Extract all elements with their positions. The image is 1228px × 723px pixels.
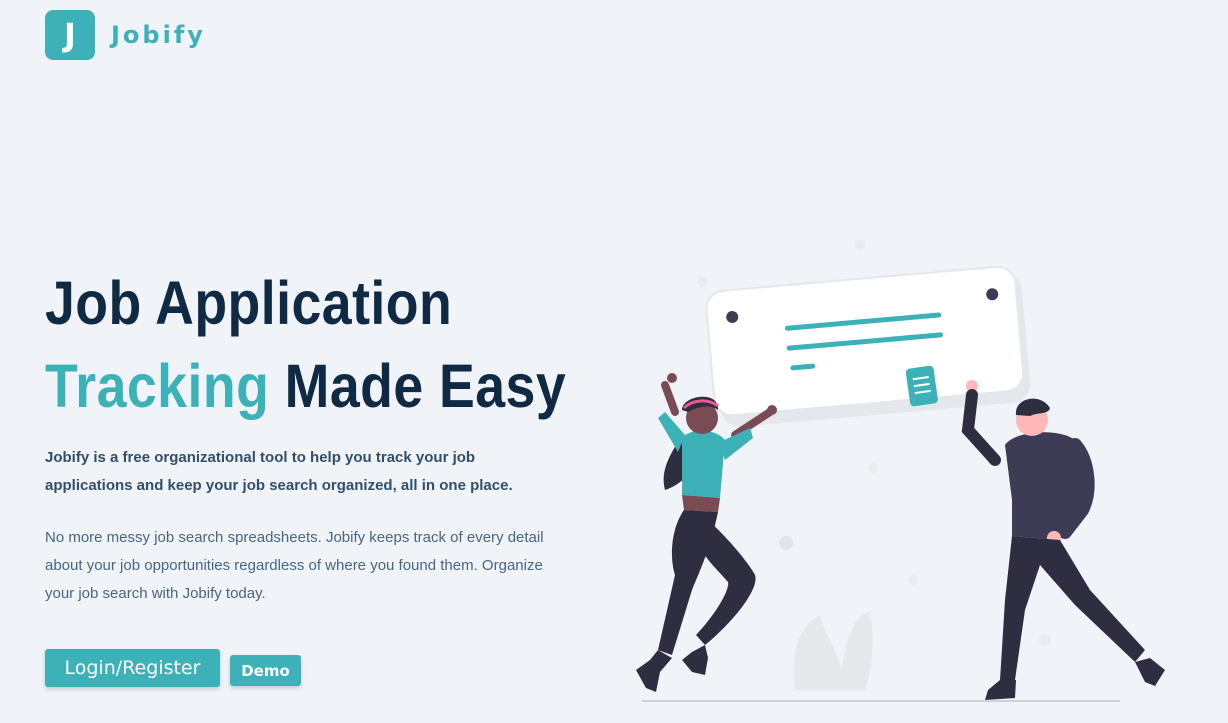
demo-button[interactable]: Demo <box>230 655 301 686</box>
hero-intro: Jobify is a free organizational tool to … <box>45 449 513 494</box>
plant-shadow <box>793 612 873 690</box>
document-icon <box>905 365 938 407</box>
login-register-button[interactable]: Login/Register <box>45 649 220 687</box>
decor-dot <box>908 575 918 585</box>
job-card <box>705 265 1031 427</box>
decor-dot <box>1039 634 1051 646</box>
man-figure <box>961 380 1165 700</box>
title-accent: Tracking <box>45 352 270 420</box>
hero-section: Job Application Tracking Made Easy Jobif… <box>45 262 605 602</box>
navbar: J Jobify <box>45 10 206 60</box>
title-line-1: Job Application <box>45 269 453 337</box>
page-title: Job Application Tracking Made Easy <box>45 262 566 428</box>
decor-dot <box>855 240 865 250</box>
logo[interactable]: J <box>45 10 95 60</box>
decor-dot <box>779 536 793 550</box>
title-rest: Made Easy <box>284 352 567 420</box>
hero-description: No more messy job search spreadsheets. J… <box>45 529 544 602</box>
brand-name: Jobify <box>111 21 206 49</box>
people-holding-job-card-illustration <box>636 240 1165 702</box>
decor-dot <box>697 277 707 287</box>
logo-letter: J <box>64 16 76 54</box>
decor-dot <box>868 463 878 473</box>
woman-figure <box>636 373 777 692</box>
